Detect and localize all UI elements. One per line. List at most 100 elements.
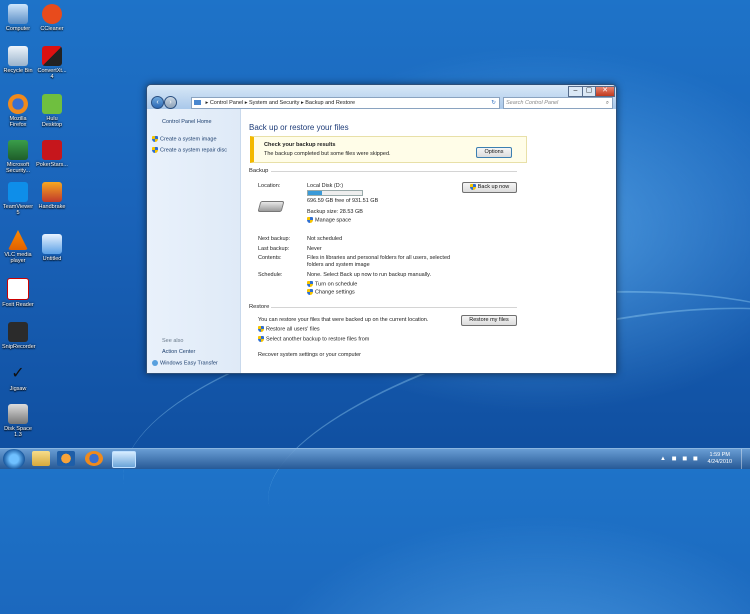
computer-icon (8, 4, 28, 24)
desktop-icon-firefox[interactable]: Mozilla Firefox (2, 94, 34, 128)
contents-value-line1: Files in libraries and personal folders … (307, 255, 451, 261)
windows-easy-transfer-link[interactable]: Windows Easy Transfer (152, 360, 218, 366)
breadcrumb-system-security[interactable]: System and Security (249, 100, 299, 106)
desktop-icon-untitled[interactable]: Untitled (36, 234, 68, 262)
media-player-taskbar-icon[interactable] (57, 451, 75, 466)
firefox-taskbar-icon[interactable] (85, 451, 103, 466)
hulu-icon (42, 94, 62, 114)
close-button[interactable]: ✕ (595, 86, 615, 97)
pokerstars-icon (42, 140, 62, 160)
desktop-icon-recycle-bin[interactable]: Recycle Bin (2, 46, 34, 74)
backup-divider (271, 171, 517, 172)
restore-divider (271, 307, 517, 308)
clock-time: 1:59 PM (709, 452, 730, 458)
desktop-icon-sniprecorder[interactable]: SnipRecorder (2, 322, 36, 350)
left-pane: Control Panel Home Create a system image… (147, 109, 241, 373)
ccleaner-icon (42, 4, 62, 24)
schedule-label: Schedule: (258, 272, 283, 278)
window-icon (42, 234, 62, 254)
restore-all-users-link[interactable]: Restore all users' files (258, 326, 320, 332)
shield-icon (307, 289, 313, 295)
teamviewer-icon (8, 182, 28, 202)
recover-system-settings-link[interactable]: Recover system settings or your computer (258, 352, 361, 358)
schedule-value: None. Select Back up now to run backup m… (307, 272, 432, 278)
vlc-icon (8, 230, 28, 250)
sniprecorder-icon (8, 322, 28, 342)
alert-text: The backup completed but some files were… (264, 151, 391, 157)
shield-icon (152, 136, 158, 142)
free-space-text: 696.59 GB free of 931.51 GB (307, 198, 379, 204)
clock-date: 4/24/2010 (707, 459, 732, 465)
refresh-icon[interactable]: ↻ (491, 98, 496, 108)
firefox-icon (8, 94, 28, 114)
location-label: Location: (258, 183, 281, 189)
disk-usage-bar (307, 190, 363, 196)
system-clock[interactable]: 1:59 PM 4/24/2010 (708, 452, 732, 466)
location-value: Local Disk (D:) (307, 183, 344, 189)
shield-icon (469, 183, 476, 190)
desktop-icon-computer[interactable]: Computer (2, 4, 34, 32)
backup-results-alert: Check your backup results The backup com… (250, 136, 527, 163)
backup-section-heading: Backup (249, 168, 269, 174)
select-another-backup-link[interactable]: Select another backup to restore files f… (258, 336, 369, 342)
search-icon: ⌕ (605, 100, 609, 106)
desktop-icon-disk-space[interactable]: Disk Space 1.3 (2, 404, 34, 438)
backup-size-text: Backup size: 28.53 GB (307, 209, 363, 215)
desktop-icon-hulu[interactable]: Hulu Desktop (36, 94, 68, 128)
see-also-heading: See also (162, 338, 184, 344)
restore-my-files-button[interactable]: Restore my files (461, 315, 517, 326)
control-panel-home-link[interactable]: Control Panel Home (162, 119, 212, 125)
back-up-now-button[interactable]: Back up now (462, 182, 517, 193)
create-repair-disc-link[interactable]: Create a system repair disc (152, 147, 227, 153)
back-button[interactable]: ‹ (151, 96, 164, 109)
create-system-image-link[interactable]: Create a system image (152, 136, 217, 142)
explorer-taskbar-icon[interactable] (32, 451, 50, 466)
desktop-icon-convertxtodvd[interactable]: ConvertXt... 4 (36, 46, 68, 80)
breadcrumb-control-panel[interactable]: Control Panel (210, 100, 243, 106)
next-backup-value: Not scheduled (307, 236, 343, 242)
taskbar: ▲ ◼ ◼ ◼ 1:59 PM 4/24/2010 (0, 448, 750, 469)
shield-icon (307, 217, 313, 223)
address-bar[interactable]: ▸ Control Panel ▸ System and Security ▸ … (191, 97, 500, 109)
tray-icons[interactable]: ▲ ◼ ◼ ◼ (660, 455, 700, 462)
shield-icon (307, 281, 313, 287)
action-center-link[interactable]: Action Center (162, 349, 195, 355)
desktop-icon-security-essentials[interactable]: Microsoft Security... (2, 140, 34, 174)
last-backup-label: Last backup: (258, 246, 290, 252)
contents-value-line2: folders and system image (307, 262, 370, 268)
security-icon (8, 140, 28, 160)
desktop-icon-teamviewer[interactable]: TeamViewer 5 (2, 182, 34, 216)
shield-icon (258, 336, 264, 342)
forward-button[interactable]: › (164, 96, 177, 109)
disk-usage-fill (308, 191, 322, 195)
desktop-icon-jigsaw[interactable]: ✓ Jigsaw (2, 364, 34, 392)
foxit-icon (7, 278, 29, 300)
disk-icon (8, 404, 28, 424)
turn-on-schedule-link[interactable]: Turn on schedule (307, 281, 357, 287)
backup-and-restore-window: – ▢ ✕ ‹ › ▸ Control Panel ▸ System and S… (146, 84, 617, 374)
restore-section-heading: Restore (249, 304, 270, 310)
desktop-icon-handbrake[interactable]: Handbrake (36, 182, 68, 210)
minimize-button[interactable]: – (568, 86, 583, 97)
control-panel-taskbar-icon[interactable] (112, 451, 136, 468)
handbrake-icon (42, 182, 62, 202)
search-input[interactable]: Search Control Panel ⌕ (503, 97, 613, 109)
manage-space-link[interactable]: Manage space (307, 217, 351, 223)
desktop-icon-ccleaner[interactable]: CCleaner (36, 4, 68, 32)
maximize-button[interactable]: ▢ (582, 86, 596, 97)
desktop-icon-foxit[interactable]: Foxit Reader (2, 278, 34, 308)
breadcrumb-backup-restore[interactable]: Backup and Restore (305, 100, 355, 106)
page-title: Back up or restore your files (249, 123, 349, 132)
options-button[interactable]: Options (476, 147, 512, 158)
last-backup-value: Never (307, 246, 322, 252)
show-desktop-button[interactable] (741, 449, 750, 469)
window-titlebar[interactable]: – ▢ ✕ ‹ › ▸ Control Panel ▸ System and S… (147, 85, 616, 109)
contents-label: Contents: (258, 255, 282, 261)
change-settings-link[interactable]: Change settings (307, 289, 355, 295)
desktop-icon-vlc[interactable]: VLC media player (2, 230, 34, 264)
recycle-bin-icon (8, 46, 28, 66)
drive-icon (257, 201, 285, 212)
next-backup-label: Next backup: (258, 236, 291, 242)
desktop-icon-pokerstars[interactable]: PokerStars... (36, 140, 68, 168)
start-button[interactable] (3, 449, 25, 469)
